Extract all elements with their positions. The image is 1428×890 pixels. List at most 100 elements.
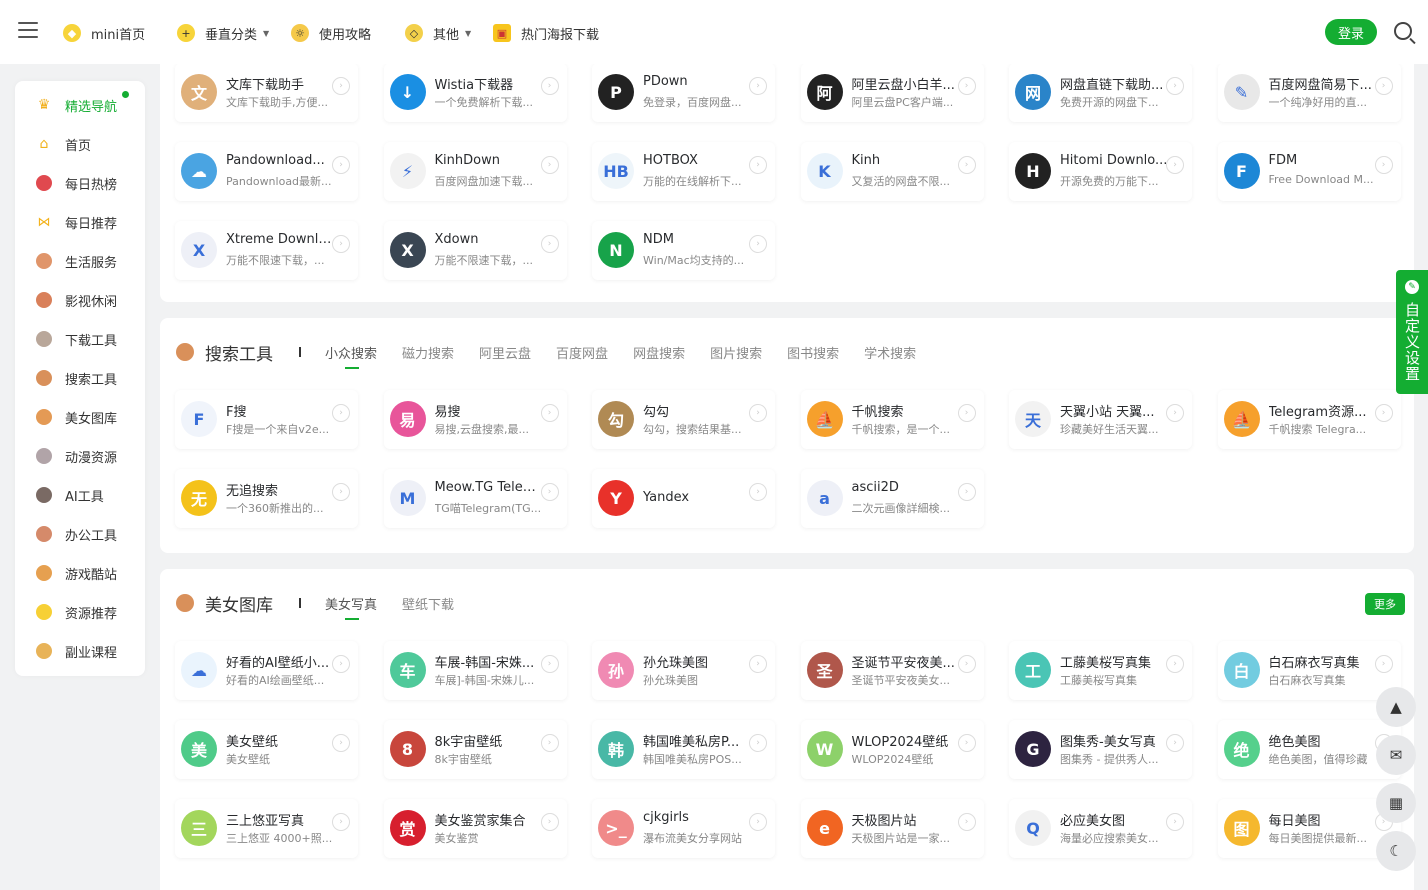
site-card[interactable]: 美美女壁纸 美女壁纸 ›: [175, 720, 358, 779]
arrow-right-icon[interactable]: ›: [1374, 655, 1393, 673]
wechat-button[interactable]: ✉: [1376, 735, 1416, 775]
dark-mode-button[interactable]: ☾: [1376, 831, 1416, 871]
site-card[interactable]: a ascii2D 二次元画像詳細検... ›: [800, 469, 984, 528]
site-card[interactable]: ⛵ 千帆搜索 千帆搜索，是一个... ›: [800, 390, 984, 449]
arrow-right-icon[interactable]: ›: [540, 483, 559, 501]
sidebar-item-anime[interactable]: 动漫资源: [36, 445, 117, 467]
site-card[interactable]: Q 必应美女图 海量必应搜索美女... ›: [1009, 799, 1192, 858]
site-card[interactable]: K Kinh 又复活的网盘不限... ›: [800, 142, 984, 201]
site-card[interactable]: P PDown 免登录，百度网盘... ›: [592, 63, 775, 122]
nav-item-other[interactable]: ◇ 其他 ▼: [405, 20, 471, 46]
arrow-right-icon[interactable]: ›: [1166, 813, 1184, 831]
site-card[interactable]: N NDM Win/Mac均支持的... ›: [592, 221, 775, 280]
tab-netdisk-search[interactable]: 网盘搜索: [633, 343, 685, 362]
site-card[interactable]: M Meow.TG Teleg... TG喵Telegram(TG... ›: [383, 469, 567, 528]
arrow-right-icon[interactable]: ›: [540, 655, 559, 673]
sidebar-item-ai[interactable]: AI工具: [36, 484, 104, 506]
sidebar-item-featured[interactable]: ♛ 精选导航: [36, 94, 117, 116]
arrow-right-icon[interactable]: ›: [332, 734, 350, 752]
tab-book-search[interactable]: 图书搜索: [787, 343, 839, 362]
site-card[interactable]: e 天极图片站 天极图片站是一家... ›: [800, 799, 984, 858]
arrow-right-icon[interactable]: ›: [957, 655, 976, 673]
arrow-right-icon[interactable]: ›: [332, 483, 350, 501]
site-card[interactable]: F F搜 F搜是一个来自v2e... ›: [175, 390, 358, 449]
arrow-right-icon[interactable]: ›: [957, 156, 976, 174]
site-card[interactable]: F FDM Free Download M... ›: [1217, 142, 1401, 201]
arrow-right-icon[interactable]: ›: [332, 655, 350, 673]
site-card[interactable]: ☁ 好看的AI壁纸小... 好看的AI绘画壁纸... ›: [175, 641, 358, 700]
tab-wallpaper-download[interactable]: 壁纸下载: [402, 594, 454, 613]
site-card[interactable]: 绝绝色美图绝色美图，值得珍藏›: [1217, 720, 1401, 779]
site-card[interactable]: 韩韩国唯美私房P... 韩国唯美私房POS... ›: [592, 720, 775, 779]
arrow-right-icon[interactable]: ›: [957, 734, 976, 752]
site-card[interactable]: 工工藤美桜写真集 工藤美桜写真集 ›: [1009, 641, 1192, 700]
tab-magnet-search[interactable]: 磁力搜索: [402, 343, 454, 362]
sidebar-item-movie[interactable]: 影视休闲: [36, 289, 117, 311]
arrow-right-icon[interactable]: ›: [749, 483, 767, 501]
site-card[interactable]: W WLOP2024壁纸 WLOP2024壁纸 ›: [800, 720, 984, 779]
site-card[interactable]: H Hitomi Downlo... 开源免费的万能下... ›: [1009, 142, 1192, 201]
arrow-right-icon[interactable]: ›: [332, 813, 350, 831]
arrow-right-icon[interactable]: ›: [1374, 156, 1393, 174]
sidebar-item-gallery[interactable]: 美女图库: [36, 406, 117, 428]
site-card[interactable]: X Xdown 万能不限速下载，... ›: [383, 221, 567, 280]
arrow-right-icon[interactable]: ›: [1166, 655, 1184, 673]
sidebar-item-game[interactable]: 游戏酷站: [36, 562, 117, 584]
site-card[interactable]: 无无追搜索 一个360新推出的... ›: [175, 469, 358, 528]
site-card[interactable]: 三三上悠亚写真 三上悠亚 4000+照... ›: [175, 799, 358, 858]
tab-aliyun[interactable]: 阿里云盘: [479, 343, 531, 362]
site-card[interactable]: 8 8k宇宙壁纸 8k宇宙壁纸 ›: [383, 720, 567, 779]
nav-item-vertical-category[interactable]: + 垂直分类 ▼: [177, 20, 269, 46]
tab-baidu[interactable]: 百度网盘: [556, 343, 608, 362]
site-card[interactable]: ☁ Pandownload... Pandownload最新... ›: [175, 142, 358, 201]
sidebar-item-download[interactable]: 下载工具: [36, 328, 117, 350]
nav-item-mini-home[interactable]: ◆ mini首页: [63, 20, 145, 46]
search-icon[interactable]: [1394, 22, 1412, 40]
tab-beauty-photos[interactable]: 美女写真: [325, 594, 377, 620]
arrow-right-icon[interactable]: ›: [1166, 156, 1184, 174]
arrow-right-icon[interactable]: ›: [749, 235, 767, 253]
tab-image-search[interactable]: 图片搜索: [710, 343, 762, 362]
arrow-right-icon[interactable]: ›: [749, 734, 767, 752]
sidebar-item-office[interactable]: 办公工具: [36, 523, 117, 545]
arrow-right-icon[interactable]: ›: [749, 655, 767, 673]
site-card[interactable]: 易易搜 易搜,云盘搜索,最... ›: [383, 390, 567, 449]
site-card[interactable]: 图每日美图 每日美图提供最新... ›: [1217, 799, 1401, 858]
arrow-right-icon[interactable]: ›: [749, 77, 767, 95]
arrow-right-icon[interactable]: ›: [957, 483, 976, 501]
arrow-right-icon[interactable]: ›: [540, 813, 559, 831]
site-card[interactable]: 赏美女鉴赏家集合 美女鉴赏 ›: [383, 799, 567, 858]
arrow-right-icon[interactable]: ›: [1166, 404, 1184, 422]
sidebar-item-hot[interactable]: 每日热榜: [36, 172, 117, 194]
arrow-right-icon[interactable]: ›: [1166, 734, 1184, 752]
arrow-right-icon[interactable]: ›: [540, 734, 559, 752]
login-button[interactable]: 登录: [1325, 19, 1377, 45]
arrow-right-icon[interactable]: ›: [749, 156, 767, 174]
site-card[interactable]: >_ cjkgirls 瀑布流美女分享网站 ›: [592, 799, 775, 858]
arrow-right-icon[interactable]: ›: [749, 404, 767, 422]
site-card[interactable]: 孙孙允珠美图 孙允珠美图 ›: [592, 641, 775, 700]
arrow-right-icon[interactable]: ›: [957, 77, 976, 95]
arrow-right-icon[interactable]: ›: [332, 235, 350, 253]
sidebar-item-search[interactable]: 搜索工具: [36, 367, 117, 389]
site-card[interactable]: G 图集秀-美女写真 图集秀 - 提供秀人... ›: [1009, 720, 1192, 779]
arrow-right-icon[interactable]: ›: [540, 235, 559, 253]
arrow-right-icon[interactable]: ›: [332, 156, 350, 174]
arrow-right-icon[interactable]: ›: [540, 77, 559, 95]
site-card[interactable]: 阿阿里云盘小白羊... 阿里云盘PC客户端... ›: [800, 63, 984, 122]
tab-academic-search[interactable]: 学术搜索: [864, 343, 916, 362]
site-card[interactable]: 网网盘直链下载助... 免费开源的网盘下... ›: [1009, 63, 1192, 122]
site-card[interactable]: HB HOTBOX 万能的在线解析下... ›: [592, 142, 775, 201]
arrow-right-icon[interactable]: ›: [1374, 77, 1393, 95]
arrow-right-icon[interactable]: ›: [540, 156, 559, 174]
sidebar-item-daily[interactable]: ⋈ 每日推荐: [36, 211, 118, 233]
arrow-right-icon[interactable]: ›: [1166, 77, 1184, 95]
site-card[interactable]: 文文库下载助手 文库下载助手,方便... ›: [175, 63, 358, 122]
site-card[interactable]: ↓ Wistia下载器 一个免费解析下载... ›: [383, 63, 567, 122]
tab-niche-search[interactable]: 小众搜索: [325, 343, 377, 369]
arrow-right-icon[interactable]: ›: [957, 404, 976, 422]
arrow-right-icon[interactable]: ›: [1374, 404, 1393, 422]
nav-item-poster-download[interactable]: ▣ 热门海报下载: [493, 20, 599, 46]
site-card[interactable]: ✎ 百度网盘简易下... 一个纯净好用的直... ›: [1217, 63, 1401, 122]
arrow-right-icon[interactable]: ›: [957, 813, 976, 831]
